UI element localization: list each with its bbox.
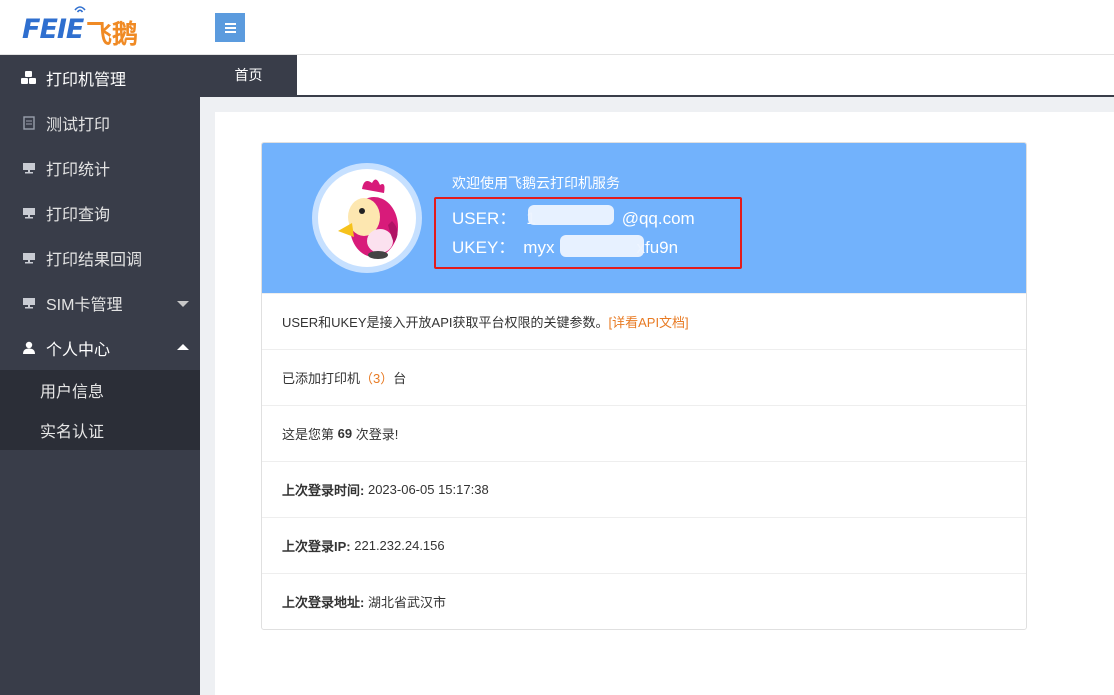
sidebar-subitem-real-name-auth[interactable]: 实名认证 [0,410,200,450]
avatar [312,163,422,273]
main-content: 欢迎使用飞鹅云打印机服务 USER：1@qq.com UKEY：myxxfu9n… [215,112,1114,695]
sidebar-item-label: 个人中心 [46,341,111,359]
logo-text-latin: FEIE [22,14,84,45]
printer-count[interactable]: （3） [360,368,393,387]
sidebar-item-personal-center[interactable]: 个人中心 [0,325,200,370]
logo-text-cn: 飞鹅 [86,19,139,49]
menu-toggle-button[interactable] [215,13,245,42]
top-bar: FEIE 飞鹅 [0,0,1114,55]
last-login-ip-value: 221.232.24.156 [354,538,445,553]
sidebar-item-label: SIM卡管理 [46,296,123,314]
caret-up-icon [177,344,189,350]
sidebar-item-print-callback[interactable]: 打印结果回调 [0,235,200,280]
printer-count-label: 已添加打印机 [282,371,361,386]
tab-home[interactable]: 首页 [200,55,297,95]
sidebar-item-label: 打印机管理 [46,71,127,89]
personal-center-submenu: 用户信息 实名认证 [0,370,200,450]
account-card: 欢迎使用飞鹅云打印机服务 USER：1@qq.com UKEY：myxxfu9n… [261,142,1027,630]
last-login-time-row: 上次登录时间: 2023-06-05 15:17:38 [262,461,1026,517]
last-login-address-value: 湖北省武汉市 [367,595,446,610]
file-icon [20,114,38,132]
feie-logo[interactable]: FEIE 飞鹅 [22,6,142,49]
user-icon [20,339,38,357]
monitor-icon [20,294,38,312]
tab-strip: 首页 [200,55,1114,97]
api-doc-link[interactable]: [详看API文档] [608,312,688,331]
caret-down-icon [177,301,189,307]
sidebar-item-test-print[interactable]: 测试打印 [0,100,200,145]
last-login-ip-row: 上次登录IP: 221.232.24.156 [262,517,1026,573]
credential-highlight-box [434,197,742,269]
login-count-row: 这是您第 69 次登录! [262,405,1026,461]
last-login-ip-label: 上次登录IP: [282,539,351,554]
api-info-row: USER和UKEY是接入开放API获取平台权限的关键参数。 [详看API文档] [262,293,1026,349]
last-login-time-label: 上次登录时间: [282,483,365,498]
last-login-address-row: 上次登录地址: 湖北省武汉市 [262,573,1026,629]
sidebar: 打印机管理 测试打印 打印统计 打印查询 打印结果回调 SIM卡管理 个人中心 … [0,55,200,695]
sidebar-item-label: 打印查询 [46,206,111,224]
sidebar-item-printer-management[interactable]: 打印机管理 [0,55,200,100]
api-info-text: USER和UKEY是接入开放API获取平台权限的关键参数。 [282,315,609,330]
monitor-icon [20,249,38,267]
account-card-header: 欢迎使用飞鹅云打印机服务 USER：1@qq.com UKEY：myxxfu9n [262,143,1026,293]
printer-count-row: 已添加打印机 （3）台 [262,349,1026,405]
printer-count-unit: 台 [393,371,407,386]
sidebar-item-sim-management[interactable]: SIM卡管理 [0,280,200,325]
login-count: 69 [337,426,353,441]
sidebar-item-label: 打印结果回调 [46,251,143,269]
last-login-address-label: 上次登录地址: [282,595,365,610]
sidebar-item-print-query[interactable]: 打印查询 [0,190,200,235]
sidebar-subitem-user-info[interactable]: 用户信息 [0,370,200,410]
login-count-pre: 这是您第 [282,427,335,442]
login-count-post: 次登录! [355,427,399,442]
sidebar-item-label: 打印统计 [46,161,111,179]
last-login-time-value: 2023-06-05 15:17:38 [367,482,489,497]
welcome-text: 欢迎使用飞鹅云打印机服务 [452,175,620,191]
monitor-icon [20,159,38,177]
penguin-mascot-icon [338,179,398,259]
hamburger-icon [224,22,236,25]
cubes-icon [20,69,38,87]
sidebar-item-label: 测试打印 [46,116,111,134]
sidebar-item-print-stats[interactable]: 打印统计 [0,145,200,190]
monitor-icon [20,204,38,222]
